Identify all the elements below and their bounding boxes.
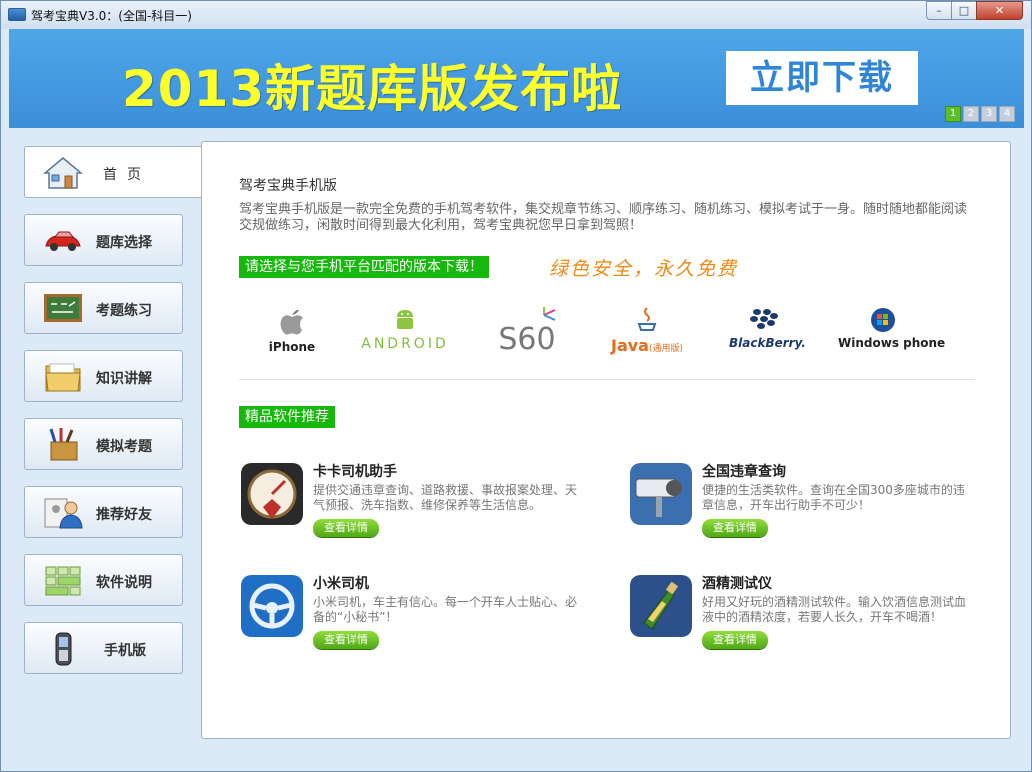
recommend-title: 精品软件推荐 — [239, 406, 335, 428]
platform-label: S60 — [498, 322, 556, 357]
java-sub-label: (通用版) — [648, 344, 683, 354]
platform-s60[interactable]: S60 — [492, 307, 562, 362]
sidebar-item-label: 考题练习 — [96, 303, 152, 319]
platform-blackberry[interactable]: BlackBerry. — [729, 307, 806, 362]
recommend-name: 卡卡司机助手 — [313, 464, 397, 480]
platform-iphone[interactable]: iPhone — [262, 307, 322, 362]
sidebar-item-label: 模拟考题 — [96, 439, 152, 455]
view-details-button[interactable]: 查看详情 — [702, 519, 768, 537]
folder-icon — [45, 363, 81, 392]
platform-label: ANDROID — [361, 336, 449, 352]
sidebar-item-home[interactable]: 首页 — [24, 146, 202, 198]
window-title: 驾考宝典V3.0：(全国-科目一) — [31, 9, 192, 23]
platform-java[interactable]: Java(通用版) — [607, 307, 687, 362]
app-window: 驾考宝典V3.0：(全国-科目一) – □ ✕ 2013新题库版发布啦 立即下载… — [0, 0, 1032, 772]
sidebar-item-knowledge[interactable]: 知识讲解 — [24, 350, 183, 402]
platform-android[interactable]: ANDROID — [357, 307, 453, 362]
house-icon — [43, 157, 83, 189]
recommend-name: 小米司机 — [313, 576, 369, 592]
close-button[interactable]: ✕ — [976, 1, 1023, 20]
sidebar-item-recommend-friend[interactable]: 推荐好友 — [24, 486, 183, 538]
recommend-name: 全国违章查询 — [702, 464, 786, 480]
blackberry-icon — [750, 309, 778, 329]
maximize-button[interactable]: □ — [951, 1, 977, 20]
view-details-button[interactable]: 查看详情 — [313, 519, 379, 537]
java-cup-icon — [637, 307, 657, 331]
steering-wheel-icon[interactable] — [241, 575, 303, 637]
sidebar-item-practice[interactable]: 考题练习 — [24, 282, 183, 334]
sidebar-item-label: 题库选择 — [96, 235, 152, 251]
download-now-button[interactable]: 立即下载 — [726, 51, 918, 105]
banner-headline: 2013新题库版发布啦 — [122, 60, 623, 118]
gauge-icon[interactable] — [241, 463, 303, 525]
stationery-icon — [49, 428, 78, 461]
red-car-icon — [45, 231, 81, 251]
sidebar-item-label: 知识讲解 — [96, 371, 152, 387]
minimize-button[interactable]: – — [926, 1, 952, 20]
mobile-app-title: 驾考宝典手机版 — [239, 178, 337, 194]
traffic-camera-icon[interactable] — [630, 463, 692, 525]
recommend-item: 小米司机 小米司机，车主有信心。每一个开车人士贴心、必备的“小秘书”！ 查看详情 — [241, 575, 601, 665]
mobile-phone-icon — [55, 632, 72, 666]
view-details-button[interactable]: 查看详情 — [702, 631, 768, 649]
recommend-description: 便捷的生活类软件。查询在全国300多座城市的违章信息，开车出行助手不可少！ — [702, 483, 965, 512]
platform-label: BlackBerry. — [729, 336, 806, 350]
banner-pager: 1 2 3 4 — [945, 106, 1015, 122]
title-bar[interactable]: 驾考宝典V3.0：(全国-科目一) – □ ✕ — [1, 1, 1031, 29]
content-panel: 驾考宝典手机版 驾考宝典手机版是一款完全免费的手机驾考软件，集交规章节练习、顺序… — [201, 141, 1011, 739]
recommend-item: 卡卡司机助手 提供交通违章查询、道路救援、事故报案处理、天气预报、洗车指数、维修… — [241, 463, 601, 553]
sidebar-item-label: 软件说明 — [96, 575, 152, 591]
banner-page-1[interactable]: 1 — [945, 106, 961, 122]
chalkboard-icon — [44, 294, 82, 322]
platform-windows-phone[interactable]: Windows phone — [838, 307, 946, 362]
promo-banner[interactable]: 2013新题库版发布啦 立即下载 1 2 3 4 — [9, 29, 1024, 128]
android-icon — [397, 310, 413, 329]
sidebar-item-question-bank[interactable]: 题库选择 — [24, 214, 183, 266]
sidebar-item-mock-exam[interactable]: 模拟考题 — [24, 418, 183, 470]
sidebar-item-label: 推荐好友 — [96, 507, 152, 523]
banner-page-4[interactable]: 4 — [999, 106, 1015, 122]
sidebar-item-mobile[interactable]: 手机版 — [24, 622, 183, 674]
sidebar-item-label: 首页 — [103, 167, 151, 183]
apple-icon — [280, 309, 303, 335]
slogan: 绿色安全，永久免费 — [549, 258, 739, 280]
sidebar-item-software-info[interactable]: 软件说明 — [24, 554, 183, 606]
recommend-description: 小米司机，车主有信心。每一个开车人士贴心、必备的“小秘书”！ — [313, 595, 578, 624]
mobile-app-description: 驾考宝典手机版是一款完全免费的手机驾考软件，集交规章节练习、顺序练习、随机练习、… — [239, 202, 968, 233]
recommend-name: 酒精测试仪 — [702, 576, 772, 592]
platform-prompt: 请选择与您手机平台匹配的版本下载！ — [239, 256, 489, 278]
recommend-description: 好用又好玩的酒精测试软件。输入饮酒信息测试血液中的酒精浓度，若要人长久，开车不喝… — [702, 595, 967, 624]
s60-icon — [543, 307, 556, 321]
contact-user-icon — [44, 498, 83, 529]
banner-page-3[interactable]: 3 — [981, 106, 997, 122]
sidebar-item-label: 手机版 — [104, 643, 146, 659]
java-label: Java — [610, 336, 649, 355]
app-icon — [8, 8, 26, 21]
wine-bottle-icon[interactable] — [630, 575, 692, 637]
recommend-description: 提供交通违章查询、道路救援、事故报案处理、天气预报、洗车指数、维修保养等生活信息… — [313, 483, 578, 512]
recommend-item: 全国违章查询 便捷的生活类软件。查询在全国300多座城市的违章信息，开车出行助手… — [630, 463, 990, 553]
divider — [239, 379, 975, 380]
platform-label: Java(通用版) — [607, 336, 687, 355]
platform-label: iPhone — [268, 340, 316, 354]
grid-blocks-icon — [45, 566, 81, 596]
platform-label: Windows phone — [838, 336, 946, 350]
recommend-item: 酒精测试仪 好用又好玩的酒精测试软件。输入饮酒信息测试血液中的酒精浓度，若要人长… — [630, 575, 990, 665]
view-details-button[interactable]: 查看详情 — [313, 631, 379, 649]
banner-page-2[interactable]: 2 — [963, 106, 979, 122]
windows-flag-icon — [871, 308, 895, 332]
